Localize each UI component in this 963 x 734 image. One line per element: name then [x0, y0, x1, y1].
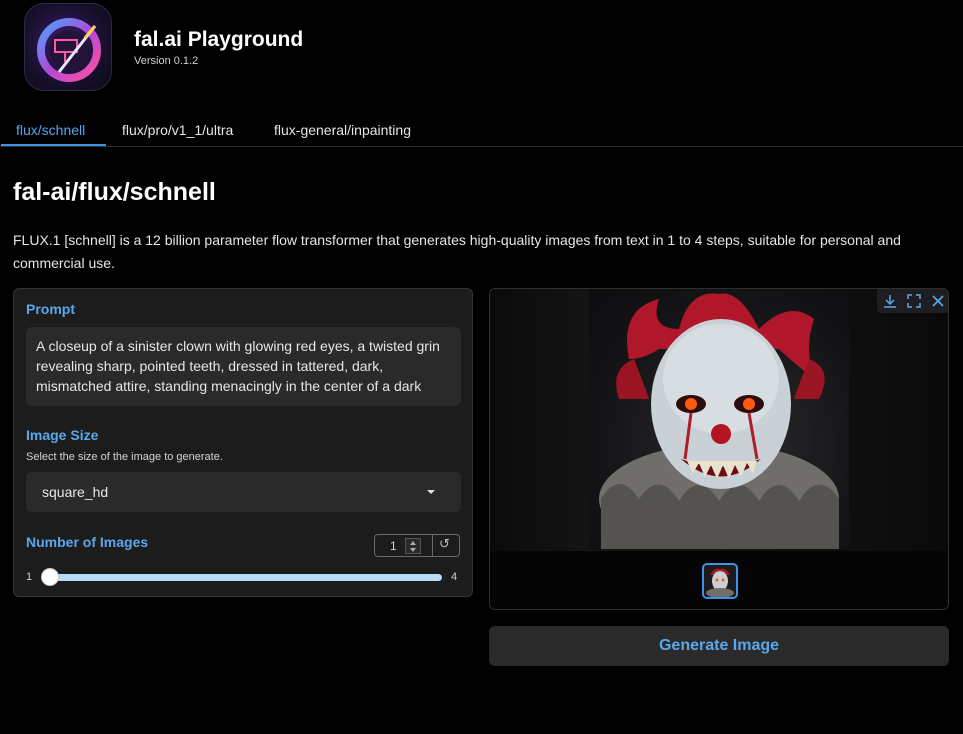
slider-min-label: 1 [26, 571, 33, 583]
image-thumbnail[interactable] [702, 563, 738, 599]
page-description: FLUX.1 [schnell] is a 12 billion paramet… [13, 232, 901, 271]
prompt-input[interactable]: A closeup of a sinister clown with glowi… [26, 327, 461, 406]
num-images-label: Number of Images [26, 534, 149, 550]
tab-flux-pro-ultra[interactable]: flux/pro/v1_1/ultra [122, 122, 233, 138]
image-size-select[interactable]: square_hd [26, 472, 461, 512]
fullscreen-icon[interactable] [905, 292, 923, 310]
stepper-up-icon[interactable] [410, 541, 416, 545]
caret-down-icon [427, 490, 435, 494]
num-images-slider-track[interactable] [50, 574, 442, 581]
image-size-value: square_hd [42, 484, 109, 500]
image-size-description: Select the size of the image to generate… [26, 451, 223, 463]
output-panel [489, 288, 949, 610]
tab-flux-general-inpainting[interactable]: flux-general/inpainting [274, 122, 411, 138]
input-panel: Prompt A closeup of a sinister clown wit… [13, 288, 473, 597]
slider-max-label: 4 [451, 571, 458, 583]
app-logo [24, 3, 112, 91]
number-stepper[interactable] [405, 538, 421, 554]
image-toolbar [877, 289, 948, 313]
input-divider [432, 535, 433, 556]
active-tab-indicator [1, 144, 106, 146]
num-images-slider-thumb[interactable] [41, 568, 59, 586]
generated-image[interactable] [589, 289, 849, 549]
close-icon[interactable] [929, 292, 947, 310]
stepper-down-icon[interactable] [410, 548, 416, 552]
image-size-label: Image Size [26, 427, 99, 443]
num-images-value: 1 [390, 539, 397, 553]
generate-image-button[interactable]: Generate Image [489, 626, 949, 666]
tab-flux-schnell[interactable]: flux/schnell [16, 122, 85, 138]
app-version: Version 0.1.2 [134, 55, 199, 67]
model-tabs: flux/schnell flux/pro/v1_1/ultra flux-ge… [0, 112, 963, 147]
app-title: fal.ai Playground [134, 28, 304, 51]
num-images-input[interactable]: 1 ↺ [374, 534, 460, 557]
download-icon[interactable] [881, 292, 899, 310]
prompt-label: Prompt [26, 301, 75, 317]
reset-icon[interactable]: ↺ [439, 537, 450, 552]
app-header: fal.ai Playground Version 0.1.2 [0, 0, 963, 112]
page-title: fal-ai/flux/schnell [13, 178, 216, 206]
